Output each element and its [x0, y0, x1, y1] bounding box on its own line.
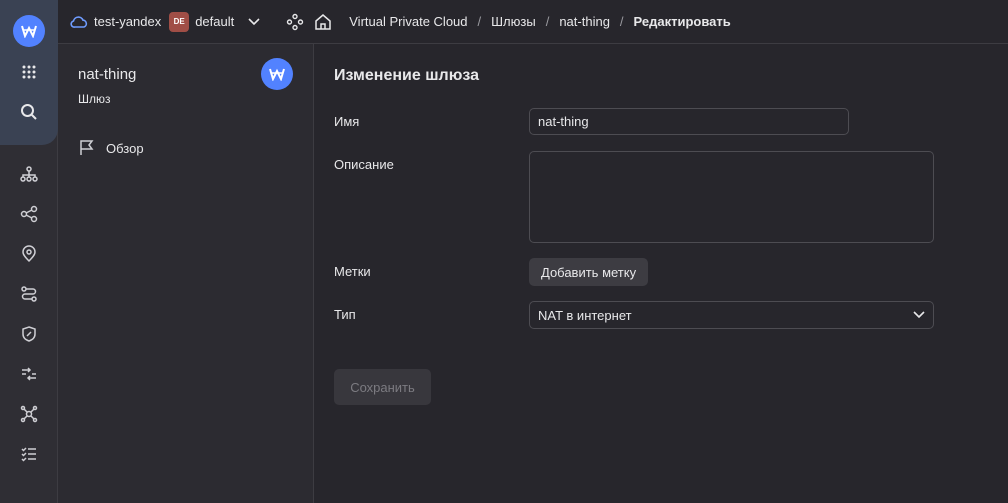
type-select-value: NAT в интернет: [538, 307, 632, 323]
form-title: Изменение шлюза: [334, 67, 479, 84]
network-icon[interactable]: [14, 159, 44, 189]
home-icon[interactable]: [314, 13, 332, 31]
breadcrumb-separator: /: [545, 14, 550, 29]
folder-badge: DE: [169, 11, 190, 32]
location-pin-icon[interactable]: [14, 239, 44, 269]
breadcrumb-gateways[interactable]: Шлюзы: [491, 14, 536, 29]
checklist-icon[interactable]: [14, 439, 44, 469]
cloud-name[interactable]: test-yandex: [94, 14, 161, 29]
shield-icon[interactable]: [14, 319, 44, 349]
chevron-down-icon[interactable]: [248, 17, 260, 26]
name-input[interactable]: [529, 108, 849, 135]
connections-icon[interactable]: [14, 199, 44, 229]
breadcrumb-separator: /: [619, 14, 624, 29]
save-button[interactable]: Сохранить: [334, 369, 431, 405]
type-label: Тип: [334, 307, 356, 322]
routes-icon[interactable]: [14, 279, 44, 309]
main-content: Изменение шлюза Имя Описание Метки Добав…: [314, 44, 1008, 503]
breadcrumb-vpc[interactable]: Virtual Private Cloud: [349, 14, 467, 29]
flag-icon: [80, 140, 94, 155]
top-bar: test-yandex DE default Virtual Private C…: [58, 0, 1008, 44]
description-label: Описание: [334, 157, 394, 172]
labels-label: Метки: [334, 264, 371, 279]
description-textarea[interactable]: [529, 151, 934, 243]
resource-title: nat-thing: [78, 66, 137, 83]
cloud-icon: [70, 15, 88, 28]
search-icon[interactable]: [14, 97, 44, 127]
transfer-arrows-icon[interactable]: [14, 359, 44, 389]
chevron-down-icon: [913, 311, 925, 319]
nav-item-overview[interactable]: Обзор: [78, 139, 144, 157]
breadcrumb-separator: /: [477, 14, 482, 29]
services-icon[interactable]: [286, 13, 304, 31]
nav-item-label: Обзор: [106, 140, 144, 156]
name-label: Имя: [334, 114, 360, 129]
breadcrumb-current: Редактировать: [633, 14, 731, 29]
breadcrumb-gateway-name[interactable]: nat-thing: [559, 14, 610, 29]
add-label-button[interactable]: Добавить метку: [529, 258, 649, 286]
resource-type: Шлюз: [78, 92, 111, 106]
type-select[interactable]: NAT в интернет: [529, 301, 934, 329]
resource-panel: nat-thing Шлюз Обзор: [58, 44, 314, 503]
service-logo-icon: [261, 58, 293, 90]
yandex-cloud-logo-icon[interactable]: [13, 15, 45, 47]
left-rail: [0, 0, 58, 503]
folder-name[interactable]: default: [195, 14, 234, 29]
services-grid-icon[interactable]: [14, 57, 44, 87]
hub-icon[interactable]: [14, 399, 44, 429]
